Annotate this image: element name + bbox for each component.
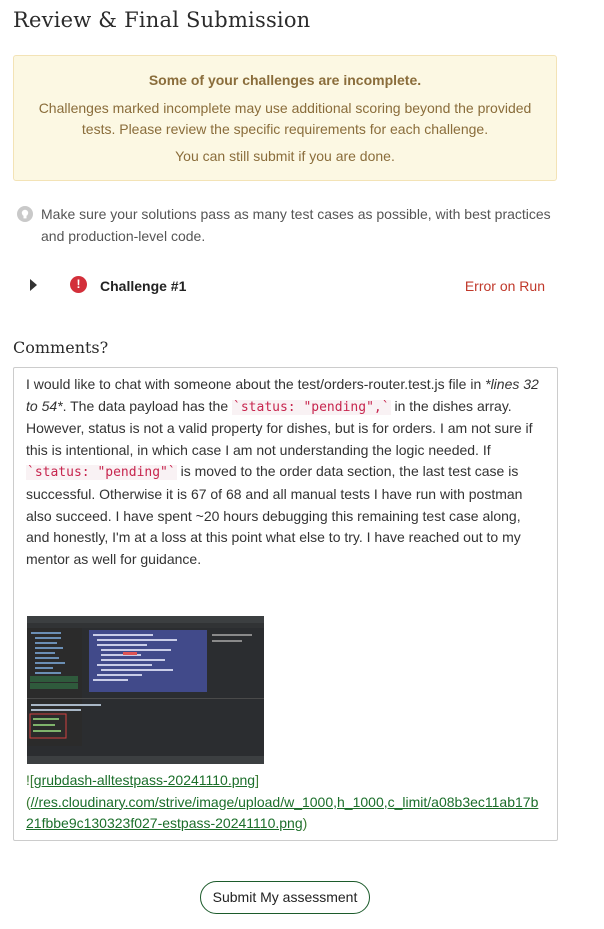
alert-heading: Some of your challenges are incomplete. <box>148 72 422 88</box>
error-icon: ! <box>70 276 87 293</box>
inline-code: `status: "pending"` <box>26 465 177 481</box>
comment-paragraph: I would like to chat with someone about … <box>26 374 545 570</box>
image-link[interactable]: grubdash-alltestpass-20241110.png <box>34 772 255 788</box>
url-suffix: ) <box>302 815 308 832</box>
comment-text: I would like to chat with someone about … <box>26 376 486 392</box>
comments-label: Comments? <box>13 338 109 357</box>
challenge-status: Error on Run <box>464 278 545 294</box>
comment-text: . The data payload has the <box>62 397 233 414</box>
inline-code: `status: "pending",` <box>232 399 391 415</box>
link-prefix: ![ <box>26 772 34 788</box>
image-url-link[interactable]: //res.cloudinary.com/strive/image/upload… <box>26 794 538 832</box>
comments-textarea[interactable]: I would like to chat with someone about … <box>13 367 558 841</box>
tip-text: Make sure your solutions pass as many te… <box>41 206 551 244</box>
submit-assessment-button[interactable]: Submit My assessment <box>200 881 370 914</box>
incomplete-alert: Some of your challenges are incomplete. … <box>13 55 557 181</box>
image-markdown-link: ![grubdash-alltestpass-20241110.png] (//… <box>26 770 546 835</box>
screenshot-image <box>27 616 264 764</box>
challenge-row[interactable]: ! Challenge #1 Error on Run <box>28 274 558 298</box>
link-suffix: ] <box>255 772 259 788</box>
alert-body: Challenges marked incomplete may use add… <box>38 100 532 137</box>
alert-footer: You can still submit if you are done. <box>175 148 395 164</box>
challenge-name: Challenge #1 <box>100 278 187 294</box>
page-title: Review & Final Submission <box>13 8 311 32</box>
expand-caret-icon[interactable] <box>30 279 37 291</box>
lightbulb-icon <box>17 206 33 222</box>
